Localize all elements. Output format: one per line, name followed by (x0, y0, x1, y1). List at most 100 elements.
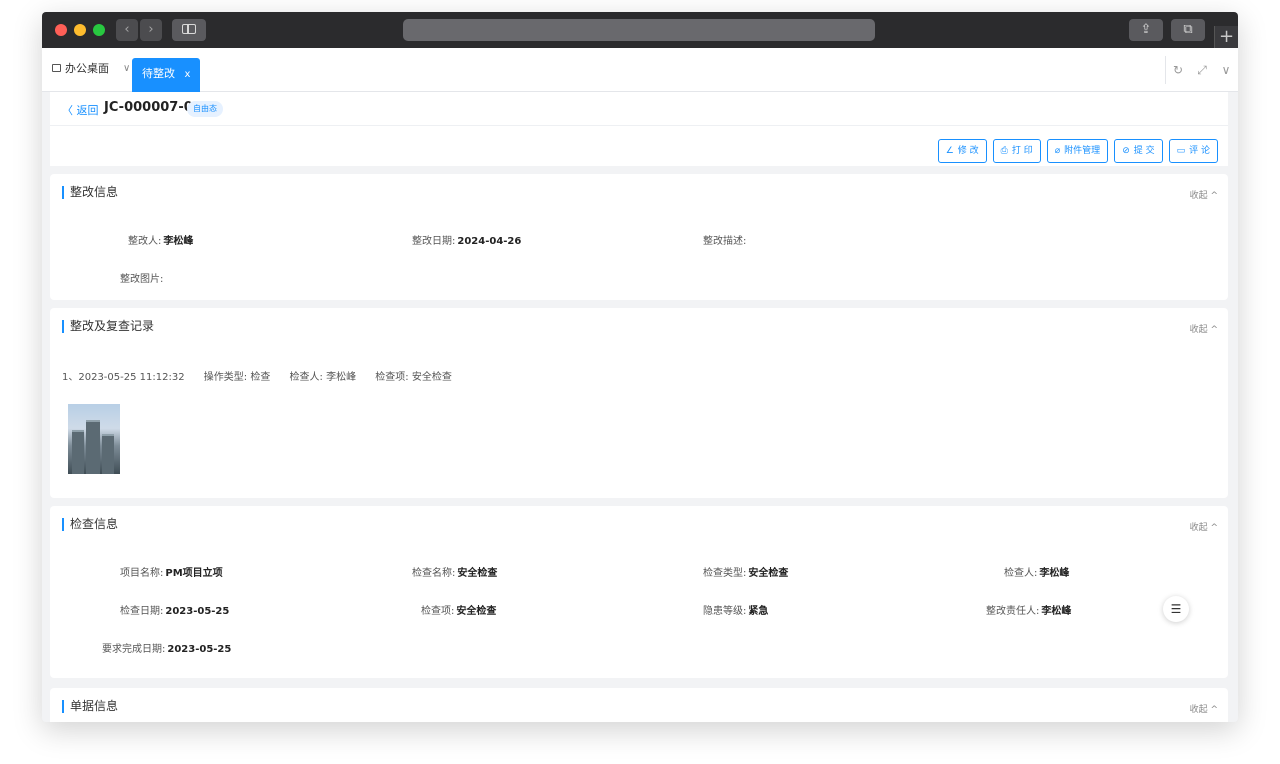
sidebar-icon (182, 24, 196, 34)
field-label: 项目名称: (120, 568, 164, 579)
action-toolbar: ∠ 修 改 ⎙ 打 印 ⌀ 附件管理 ⊘ 提 交 ▭ 评 论 (937, 139, 1218, 163)
collapse-toggle[interactable]: 收起 ^ (1190, 520, 1218, 533)
close-tab-icon[interactable]: x (185, 69, 191, 80)
building-shape (72, 430, 84, 474)
field-rectify-desc: 整改描述: (703, 232, 748, 247)
settings-sliders-icon[interactable]: ☰ (1163, 596, 1189, 622)
field-value: 李松峰 (1041, 606, 1072, 617)
building-shape (86, 420, 100, 474)
field-label: 整改责任人: (986, 606, 1040, 617)
field-inspection-type: 检查类型: 安全检查 (703, 564, 788, 579)
field-label: 检查名称: (412, 568, 456, 579)
chevron-down-icon[interactable]: ∨ (1214, 56, 1238, 84)
building-shape (102, 434, 114, 474)
paperclip-icon: ⌀ (1054, 146, 1061, 156)
field-rectify-image: 整改图片: (120, 270, 163, 285)
section-title: 整改及复查记录 (62, 320, 154, 333)
field-label: 检查人: (1004, 568, 1038, 579)
field-value: 安全检查 (456, 606, 497, 617)
edit-button-label: 修 改 (957, 146, 979, 156)
page-content: 〈 返回 JC-000007-01 自由态 ∠ 修 改 ⎙ 打 印 ⌀ 附件管理 ⊘ 提… (42, 92, 1238, 722)
section-title: 整改信息 (62, 186, 118, 199)
rectify-info-card: 整改信息 收起 ^ 整改人: 李松峰 整改日期: 2024-04-26 整改描述: … (50, 174, 1228, 300)
tab-pending-rectification[interactable]: 待整改 x (132, 58, 201, 92)
comment-icon: ▭ (1176, 146, 1186, 156)
field-inspection-name: 检查名称: 安全检查 (412, 564, 497, 579)
field-label: 整改描述: (703, 236, 747, 247)
field-project: 项目名称: PM项目立项 (120, 564, 223, 579)
field-label: 整改日期: (412, 236, 456, 247)
field-value: PM项目立项 (165, 568, 223, 579)
field-rectify-date: 整改日期: 2024-04-26 (412, 232, 521, 247)
record-entry: 1、2023-05-25 11:12:32 操作类型: 检查 检查人: 李松峰 … (62, 368, 468, 383)
submit-button-label: 提 交 (1133, 146, 1155, 156)
tab-desktop-label: 办公桌面 (65, 62, 109, 75)
chevron-down-icon[interactable]: ∨ (123, 63, 130, 74)
back-icon[interactable]: ‹ (116, 19, 138, 41)
record-time: 1、2023-05-25 11:12:32 (62, 372, 185, 383)
share-icon[interactable]: ⇪ (1129, 19, 1163, 41)
field-value: 2023-05-25 (165, 606, 230, 617)
attachment-button-label: 附件管理 (1064, 146, 1101, 156)
field-value: 安全检查 (457, 568, 498, 579)
forward-icon[interactable]: › (140, 19, 162, 41)
field-label: 要求完成日期: (102, 644, 166, 655)
print-button[interactable]: ⎙ 打 印 (992, 139, 1041, 163)
sidebar-toggle-button[interactable] (172, 19, 206, 41)
status-badge: 自由态 (187, 101, 223, 117)
edit-button[interactable]: ∠ 修 改 (937, 139, 987, 163)
field-rectify-owner: 整改责任人: 李松峰 (986, 602, 1071, 617)
record-item: 检查项: 安全检查 (375, 372, 452, 383)
inspection-info-card: 检查信息 收起 ^ 项目名称: PM项目立项 检查名称: 安全检查 检查类型: 安全检… (50, 506, 1228, 678)
print-icon: ⎙ (1000, 146, 1008, 156)
document-header: 〈 返回 JC-000007-01 自由态 ∠ 修 改 ⎙ 打 印 ⌀ 附件管理 ⊘ 提… (50, 92, 1228, 166)
tab-tools: ↻ ⤢ ∨ (1165, 56, 1238, 84)
comment-button[interactable]: ▭ 评 论 (1168, 139, 1218, 163)
field-label: 检查日期: (120, 606, 164, 617)
field-inspection-date: 检查日期: 2023-05-25 (120, 602, 229, 617)
maximize-window-button[interactable] (93, 24, 105, 36)
fullscreen-icon[interactable]: ⤢ (1190, 56, 1214, 84)
record-photo-thumbnail[interactable] (68, 404, 120, 474)
field-label: 隐患等级: (703, 606, 747, 617)
check-circle-icon: ⊘ (1122, 146, 1130, 156)
browser-titlebar: ‹ › ⇪ ⧉ + (42, 12, 1238, 48)
print-button-label: 打 印 (1011, 146, 1033, 156)
refresh-icon[interactable]: ↻ (1166, 56, 1190, 84)
record-inspector: 检查人: 李松峰 (289, 372, 357, 383)
section-title: 检查信息 (62, 518, 118, 531)
tab-overview-icon[interactable]: ⧉ (1171, 19, 1205, 41)
browser-window: ‹ › ⇪ ⧉ + 办公桌面 ∨ 待整改 x ↻ ⤢ ∨ 〈 返回 JC-000… (42, 12, 1238, 722)
field-label: 整改图片: (120, 274, 164, 285)
new-tab-button[interactable]: + (1214, 26, 1238, 48)
collapse-toggle[interactable]: 收起 ^ (1190, 188, 1218, 201)
field-rectifier: 整改人: 李松峰 (128, 232, 193, 247)
field-label: 检查类型: (703, 568, 747, 579)
divider (50, 125, 1228, 126)
field-value: 紧急 (748, 606, 769, 617)
section-title: 单据信息 (62, 700, 118, 713)
field-value: 2024-04-26 (457, 236, 522, 247)
records-card: 整改及复查记录 收起 ^ 1、2023-05-25 11:12:32 操作类型:… (50, 308, 1228, 498)
collapse-toggle[interactable]: 收起 ^ (1190, 322, 1218, 335)
field-label: 检查项: (421, 606, 455, 617)
document-info-card: 单据信息 收起 ^ (50, 688, 1228, 722)
field-value: 李松峰 (1039, 568, 1070, 579)
field-inspection-item: 检查项: 安全检查 (421, 602, 496, 617)
field-due-date: 要求完成日期: 2023-05-25 (102, 640, 231, 655)
submit-button[interactable]: ⊘ 提 交 (1114, 139, 1163, 163)
comment-button-label: 评 论 (1189, 146, 1210, 156)
collapse-toggle[interactable]: 收起 ^ (1190, 702, 1218, 715)
field-value: 李松峰 (163, 236, 194, 247)
field-value: 2023-05-25 (167, 644, 232, 655)
minimize-window-button[interactable] (74, 24, 86, 36)
close-window-button[interactable] (55, 24, 67, 36)
field-label: 整改人: (128, 236, 162, 247)
field-value: 安全检查 (748, 568, 789, 579)
record-op-type: 操作类型: 检查 (203, 372, 271, 383)
back-link[interactable]: 〈 返回 (62, 102, 99, 118)
attachment-button[interactable]: ⌀ 附件管理 (1046, 139, 1109, 163)
address-bar[interactable] (403, 19, 875, 41)
tab-active-label: 待整改 (142, 67, 175, 80)
tab-desktop[interactable]: 办公桌面 ∨ (52, 60, 130, 76)
